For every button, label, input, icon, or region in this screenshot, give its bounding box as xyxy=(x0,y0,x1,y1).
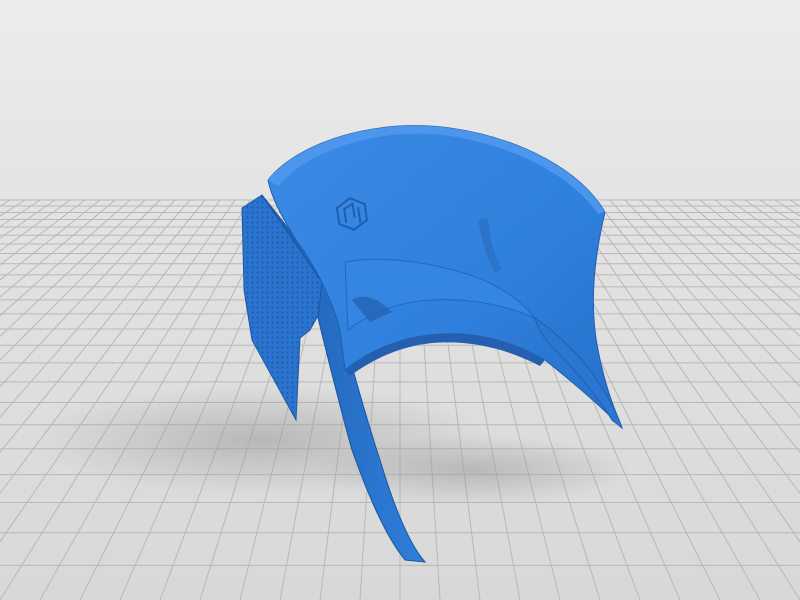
viewport-canvas xyxy=(0,0,800,600)
model-viewport[interactable] xyxy=(0,0,800,600)
